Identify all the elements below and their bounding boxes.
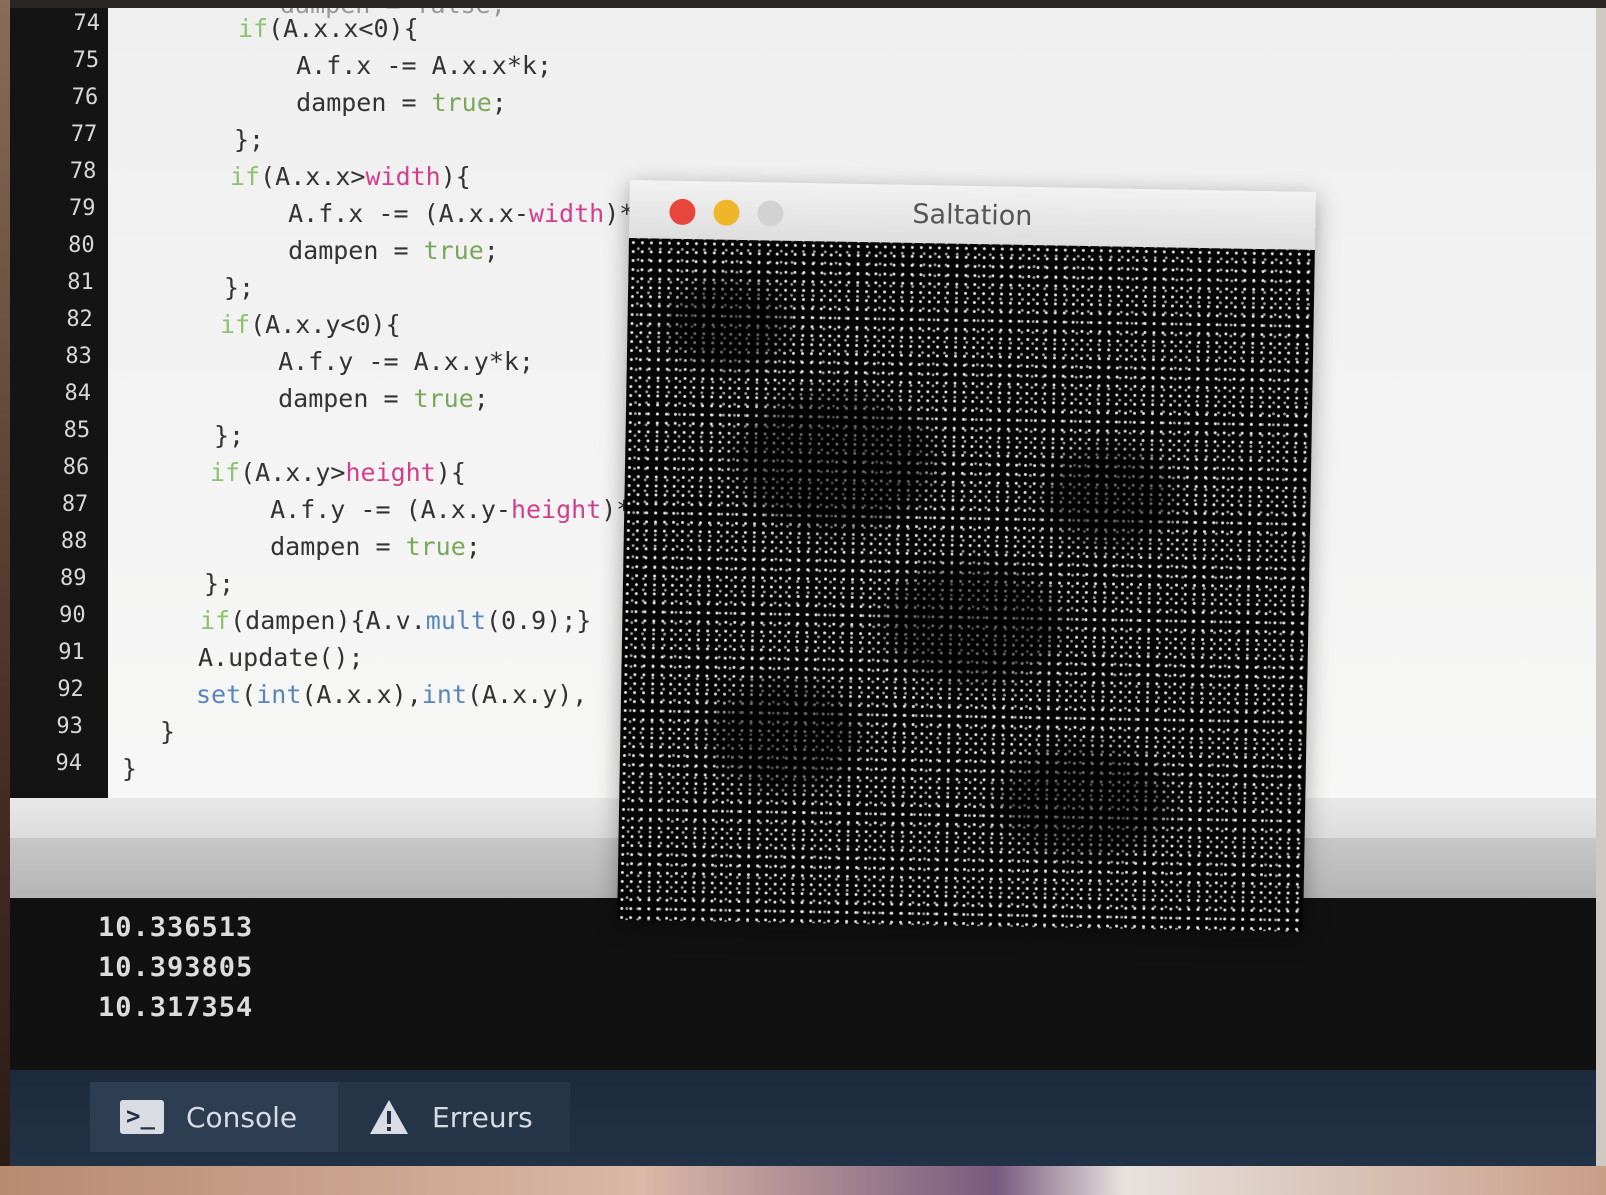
line-number: 85 bbox=[63, 418, 91, 443]
code-line: A.f.y -= (A.x.y-height)* bbox=[240, 495, 632, 524]
code-line: } bbox=[160, 717, 176, 746]
bottom-tab-bar: >_ Console Erreurs bbox=[10, 1070, 1596, 1166]
code-line: if(A.x.x>width){ bbox=[230, 162, 471, 191]
code-line: A.f.x -= A.x.x*k; bbox=[266, 51, 552, 80]
code-line: }; bbox=[214, 421, 245, 450]
code-line: }; bbox=[204, 569, 235, 598]
line-number: 88 bbox=[60, 529, 88, 554]
photo-edge-left bbox=[0, 0, 10, 1195]
line-number: 83 bbox=[65, 344, 92, 369]
window-title: Saltation bbox=[912, 198, 1033, 233]
code-line: if(A.x.y>height){ bbox=[210, 458, 466, 487]
line-number-gutter: 74 75 76 77 78 79 80 81 82 83 84 85 86 87 88 89 90 91 92 93… bbox=[10, 8, 108, 828]
code-line: dampen = true; bbox=[240, 532, 481, 561]
tab-console-label: Console bbox=[186, 1100, 298, 1134]
code-line: A.update(); bbox=[198, 643, 364, 672]
line-number: 77 bbox=[70, 122, 98, 147]
code-line: dampen = true; bbox=[266, 88, 507, 117]
tab-console[interactable]: >_ Console bbox=[90, 1082, 338, 1152]
line-number: 74 bbox=[73, 11, 101, 36]
tab-errors-label: Erreurs bbox=[432, 1100, 533, 1134]
line-number: 80 bbox=[68, 233, 95, 258]
console-line: 10.317354 bbox=[98, 992, 254, 1023]
line-number: 90 bbox=[59, 603, 86, 628]
console-line: 10.393805 bbox=[98, 952, 254, 983]
line-number: 81 bbox=[67, 270, 94, 295]
line-number: 89 bbox=[60, 566, 87, 591]
warning-icon bbox=[370, 1100, 408, 1134]
line-number: 92 bbox=[57, 677, 84, 702]
line-number: 94 bbox=[55, 751, 83, 776]
console-line: 10.336513 bbox=[98, 912, 254, 943]
code-line: } bbox=[122, 754, 138, 783]
photo-edge-top bbox=[10, 0, 1606, 8]
code-line: }; bbox=[224, 273, 255, 302]
code-line: dampen = true; bbox=[258, 236, 499, 265]
tab-errors[interactable]: Erreurs bbox=[338, 1082, 570, 1152]
line-number: 82 bbox=[66, 307, 93, 332]
code-line: dampen = true; bbox=[248, 384, 489, 413]
console-output: 10.336513 10.393805 10.317354 bbox=[10, 898, 1596, 1070]
line-number: 78 bbox=[69, 159, 97, 184]
code-line: if(A.x.x<0){ bbox=[238, 14, 419, 43]
line-number: 93 bbox=[56, 714, 83, 739]
line-number: 86 bbox=[62, 455, 90, 480]
code-line: A.f.x -= (A.x.x-width)*k bbox=[258, 199, 650, 228]
sketch-window[interactable]: Saltation bbox=[617, 180, 1316, 932]
terminal-icon: >_ bbox=[120, 1100, 164, 1134]
photo-edge-bottom bbox=[0, 1166, 1606, 1195]
sketch-canvas[interactable] bbox=[617, 237, 1315, 932]
code-line: A.f.y -= A.x.y*k; bbox=[248, 347, 534, 376]
code-line: }; bbox=[234, 125, 265, 154]
code-line: set(int(A.x.x),int(A.x.y), bbox=[196, 680, 588, 709]
line-number: 84 bbox=[64, 381, 92, 406]
line-number: 75 bbox=[72, 48, 100, 73]
line-number: 76 bbox=[71, 85, 99, 110]
code-line: if(A.x.y<0){ bbox=[220, 310, 401, 339]
line-number: 79 bbox=[69, 196, 96, 221]
line-number: 91 bbox=[58, 640, 85, 665]
line-number: 87 bbox=[61, 492, 89, 517]
code-line: if(dampen){A.v.mult(0.9);} bbox=[200, 606, 592, 635]
